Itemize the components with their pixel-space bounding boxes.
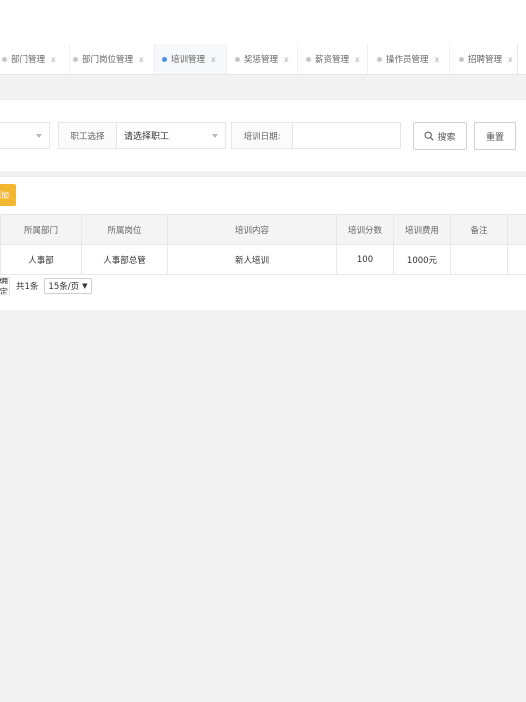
column-header[interactable]: 培训费用 [393, 214, 451, 245]
tab-label: 招聘管理 [468, 55, 503, 65]
table-row[interactable]: 人事部 人事部总管 新人培训 100 1000元 [0, 244, 526, 275]
training-date-label: 培训日期: [231, 122, 293, 149]
tab-dot-icon [459, 56, 464, 62]
tab-dot-icon [306, 56, 311, 62]
close-icon[interactable]: x [284, 55, 289, 64]
pagination: 确定 共1条 15条/页 ▼ [0, 276, 92, 296]
tab-department-position[interactable]: 部门岗位管理 x [67, 44, 155, 74]
search-button[interactable]: 搜索 [413, 122, 467, 150]
table-cell: 1000元 [393, 244, 451, 275]
search-icon [425, 131, 435, 141]
chevron-down-icon: ▼ [82, 282, 88, 290]
close-icon[interactable]: x [51, 55, 56, 64]
table-cell: 人事部 [0, 244, 82, 275]
close-icon[interactable]: x [211, 55, 216, 64]
close-icon[interactable]: x [139, 55, 144, 64]
column-header[interactable]: 所属部门 [0, 214, 82, 245]
table-header-row: 所属部门 所属岗位 培训内容 培训分数 培训费用 备注 [0, 214, 526, 245]
tab-label: 部门管理 [11, 55, 46, 65]
chevron-down-icon [212, 134, 218, 138]
tab-bar: 部门管理 x 部门岗位管理 x 培训管理 x 奖惩管理 x 薪资管理 x 操作员… [0, 44, 526, 75]
column-header-actions [507, 214, 526, 245]
column-header[interactable]: 培训分数 [336, 214, 394, 245]
table-cell: 新人培训 [167, 244, 337, 275]
employee-select-label: 职工选择 [58, 122, 117, 149]
page-size-select[interactable]: 15条/页 ▼ [44, 278, 92, 294]
pager-total: 共1条 [16, 282, 39, 292]
search-button-label: 搜索 [437, 132, 456, 143]
top-header-bar [0, 0, 526, 45]
close-icon[interactable]: x [355, 55, 360, 64]
tab-dot-icon [162, 56, 167, 62]
tab-recruitment[interactable]: 招聘管理 x [450, 44, 518, 74]
tab-dot-icon [2, 56, 7, 62]
table-cell [450, 244, 508, 275]
tab-salary[interactable]: 薪资管理 x [298, 44, 368, 74]
filter-panel: 职工选择 请选择职工 培训日期: 搜索 重置 [0, 99, 526, 171]
tab-label: 奖惩管理 [244, 55, 279, 65]
tab-label: 部门岗位管理 [82, 55, 134, 65]
column-header[interactable]: 所属岗位 [81, 214, 168, 245]
tab-rewards[interactable]: 奖惩管理 x [227, 44, 298, 74]
column-header[interactable]: 培训内容 [167, 214, 337, 245]
close-icon[interactable]: x [435, 55, 440, 64]
tab-scroll-right[interactable] [517, 44, 526, 74]
employee-select[interactable]: 请选择职工 [116, 122, 226, 149]
reset-button-label: 重置 [485, 132, 504, 143]
table-cell-actions [507, 244, 526, 275]
department-select[interactable] [0, 122, 50, 149]
chevron-down-icon [36, 134, 42, 138]
training-table: 所属部门 所属岗位 培训内容 培训分数 培训费用 备注 人事部 人事部总管 新人… [0, 214, 526, 275]
table-cell: 100 [336, 244, 394, 275]
column-header[interactable]: 备注 [450, 214, 508, 245]
add-button[interactable]: 添加 [0, 184, 16, 206]
tab-dot-icon [73, 56, 78, 62]
close-icon[interactable]: x [508, 55, 513, 64]
tab-dot-icon [377, 56, 382, 62]
tab-department[interactable]: 部门管理 x [0, 44, 70, 74]
tab-label: 操作员管理 [386, 55, 429, 65]
page-size-value: 15条/页 [48, 282, 80, 292]
training-date-input[interactable] [292, 122, 401, 149]
tab-dot-icon [235, 56, 240, 62]
pager-confirm-label: 确定 [0, 277, 8, 295]
tab-training[interactable]: 培训管理 x [155, 44, 227, 74]
tab-operators[interactable]: 操作员管理 x [368, 44, 450, 74]
table-cell: 人事部总管 [81, 244, 168, 275]
tab-label: 薪资管理 [315, 55, 350, 65]
pager-confirm-button[interactable]: 确定 [0, 277, 10, 295]
add-button-label: 添加 [0, 190, 9, 200]
employee-select-value: 请选择职工 [124, 132, 170, 142]
reset-button[interactable]: 重置 [474, 122, 516, 150]
tab-label: 培训管理 [171, 55, 206, 65]
